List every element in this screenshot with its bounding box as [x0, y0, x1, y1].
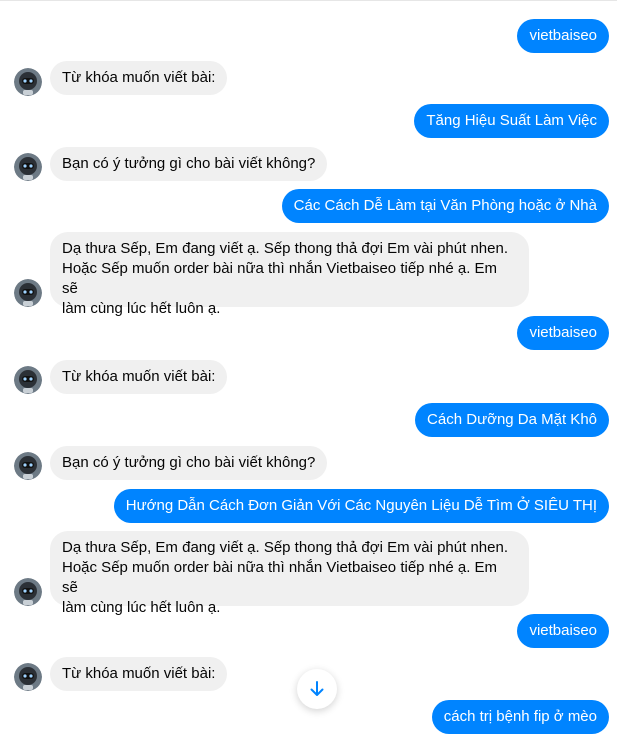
robot-avatar-icon: [14, 366, 42, 394]
message-text: vietbaiseo: [529, 324, 597, 341]
arrow-down-icon: [310, 681, 324, 696]
bot-avatar[interactable]: [14, 68, 42, 96]
incoming-message[interactable]: Dạ thưa Sếp, Em đang viết ạ. Sếp thong t…: [50, 531, 529, 616]
robot-avatar-icon: [14, 68, 42, 96]
scroll-to-bottom-button[interactable]: [297, 669, 337, 709]
robot-avatar-icon: [14, 578, 42, 606]
outgoing-message[interactable]: Hướng Dẫn Cách Đơn Giản Với Các Nguyên L…: [113, 489, 609, 523]
robot-avatar-icon: [14, 452, 42, 480]
bot-avatar[interactable]: [14, 578, 42, 606]
incoming-message[interactable]: Từ khóa muốn viết bài:: [50, 657, 228, 691]
incoming-message[interactable]: Bạn có ý tưởng gì cho bài viết không?: [50, 147, 328, 181]
bot-avatar[interactable]: [14, 279, 42, 307]
message-text: Từ khóa muốn viết bài:: [62, 665, 216, 682]
incoming-message[interactable]: Dạ thưa Sếp, Em đang viết ạ. Sếp thong t…: [50, 232, 529, 317]
robot-avatar-icon: [14, 279, 42, 307]
message-text: Hướng Dẫn Cách Đơn Giản Với Các Nguyên L…: [125, 497, 597, 514]
incoming-message[interactable]: Từ khóa muốn viết bài:: [50, 360, 228, 394]
message-line: làm cùng lúc hết luôn ạ.: [62, 300, 221, 317]
bot-avatar[interactable]: [14, 366, 42, 394]
outgoing-message[interactable]: Tăng Hiệu Suất Làm Việc: [414, 104, 609, 138]
message-text: vietbaiseo: [529, 27, 597, 44]
message-text: cách trị bệnh fip ở mèo: [443, 708, 597, 725]
message-text: vietbaiseo: [529, 622, 597, 639]
message-text: Các Cách Dễ Làm tại Văn Phòng hoặc ở Nhà: [293, 197, 597, 214]
message-line: Hoặc Sếp muốn order bài nữa thì nhắn Vie…: [62, 559, 498, 596]
outgoing-message[interactable]: vietbaiseo: [517, 316, 609, 350]
outgoing-message[interactable]: vietbaiseo: [517, 614, 609, 648]
incoming-message[interactable]: Bạn có ý tưởng gì cho bài viết không?: [50, 446, 328, 480]
bot-avatar[interactable]: [14, 663, 42, 691]
message-line: Hoặc Sếp muốn order bài nữa thì nhắn Vie…: [62, 260, 498, 297]
message-line: Dạ thưa Sếp, Em đang viết ạ. Sếp thong t…: [62, 240, 508, 257]
robot-avatar-icon: [14, 153, 42, 181]
message-text: Tăng Hiệu Suất Làm Việc: [426, 112, 597, 129]
robot-avatar-icon: [14, 663, 42, 691]
top-divider: [0, 0, 617, 1]
message-text: Cách Dưỡng Da Mặt Khô: [427, 411, 597, 428]
bot-avatar[interactable]: [14, 452, 42, 480]
message-text: Bạn có ý tưởng gì cho bài viết không?: [62, 454, 316, 471]
message-line: làm cùng lúc hết luôn ạ.: [62, 599, 221, 616]
message-text: Từ khóa muốn viết bài:: [62, 368, 216, 385]
bot-avatar[interactable]: [14, 153, 42, 181]
message-line: Dạ thưa Sếp, Em đang viết ạ. Sếp thong t…: [62, 539, 508, 556]
message-text: Bạn có ý tưởng gì cho bài viết không?: [62, 155, 316, 172]
outgoing-message[interactable]: vietbaiseo: [517, 19, 609, 53]
outgoing-message[interactable]: Các Cách Dễ Làm tại Văn Phòng hoặc ở Nhà: [281, 189, 609, 223]
outgoing-message[interactable]: Cách Dưỡng Da Mặt Khô: [415, 403, 609, 437]
message-text: Từ khóa muốn viết bài:: [62, 69, 216, 86]
incoming-message[interactable]: Từ khóa muốn viết bài:: [50, 61, 228, 95]
